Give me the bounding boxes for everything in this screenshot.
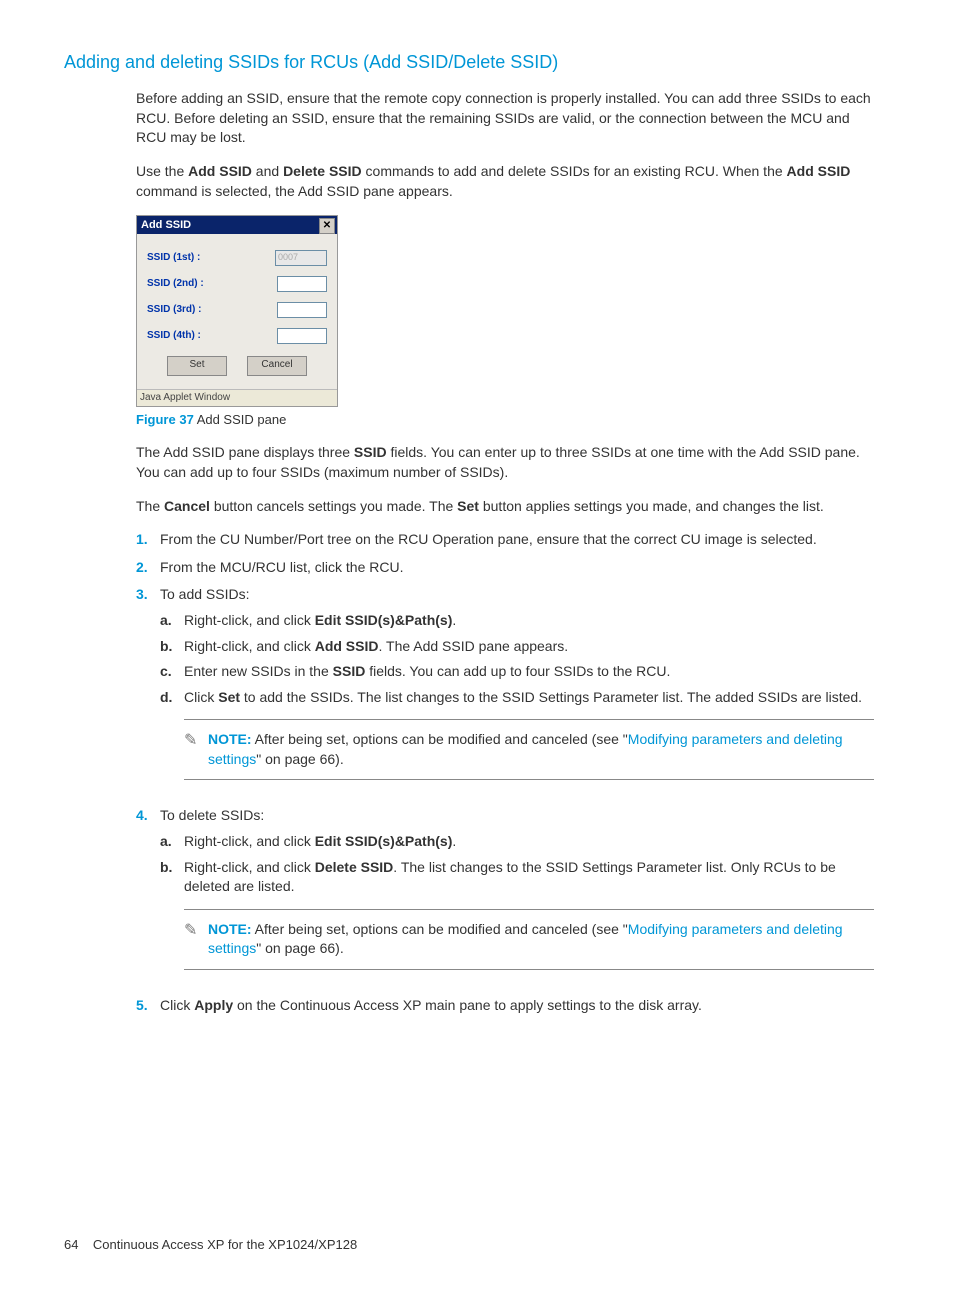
dialog-title-text: Add SSID bbox=[141, 219, 191, 231]
step-5: Click Apply on the Continuous Access XP … bbox=[160, 996, 874, 1016]
step-1: From the CU Number/Port tree on the RCU … bbox=[160, 530, 874, 550]
intro-paragraph-1: Before adding an SSID, ensure that the r… bbox=[136, 89, 874, 148]
text: Click bbox=[184, 689, 218, 705]
procedure-list: 1. From the CU Number/Port tree on the R… bbox=[136, 530, 874, 1016]
footer-text: Continuous Access XP for the XP1024/XP12… bbox=[93, 1237, 357, 1252]
cmd-delete-ssid: Delete SSID bbox=[283, 163, 362, 179]
ssid-4-input bbox=[277, 328, 327, 344]
after-fig-p2: The Cancel button cancels settings you m… bbox=[136, 497, 874, 517]
note-box: ✎ NOTE: After being set, options can be … bbox=[184, 909, 874, 970]
ssid-3-input bbox=[277, 302, 327, 318]
text: command is selected, the Add SSID pane a… bbox=[136, 183, 453, 199]
substep-marker: b. bbox=[160, 858, 184, 897]
figure-number: Figure 37 bbox=[136, 412, 194, 427]
text: . bbox=[452, 833, 456, 849]
step-3a: Right-click, and click Edit SSID(s)&Path… bbox=[184, 611, 874, 631]
edit-ssid-path: Edit SSID(s)&Path(s) bbox=[315, 612, 453, 628]
close-icon: ✕ bbox=[319, 218, 335, 234]
note-text: After being set, options can be modified… bbox=[252, 731, 628, 747]
text: Right-click, and click bbox=[184, 638, 315, 654]
delete-ssid: Delete SSID bbox=[315, 859, 394, 875]
intro-paragraph-2: Use the Add SSID and Delete SSID command… bbox=[136, 162, 874, 201]
text: Use the bbox=[136, 163, 188, 179]
note-content: NOTE: After being set, options can be mo… bbox=[208, 730, 874, 769]
cancel-label: Cancel bbox=[164, 498, 210, 514]
section-title: Adding and deleting SSIDs for RCUs (Add … bbox=[64, 50, 874, 75]
step-4b: Right-click, and click Delete SSID. The … bbox=[184, 858, 874, 897]
substep-marker: c. bbox=[160, 662, 184, 682]
note-content: NOTE: After being set, options can be mo… bbox=[208, 920, 874, 959]
page-footer: 64 Continuous Access XP for the XP1024/X… bbox=[64, 1236, 874, 1254]
step-4a: Right-click, and click Edit SSID(s)&Path… bbox=[184, 832, 874, 852]
text: Right-click, and click bbox=[184, 612, 315, 628]
ssid-field-label: SSID bbox=[354, 444, 387, 460]
substep-marker: a. bbox=[160, 832, 184, 852]
substep-marker: d. bbox=[160, 688, 184, 708]
text: Enter new SSIDs in the bbox=[184, 663, 333, 679]
step-marker: 4. bbox=[136, 806, 160, 988]
text: . bbox=[452, 612, 456, 628]
ssid-4-label: SSID (4th) : bbox=[147, 329, 277, 343]
add-ssid: Add SSID bbox=[315, 638, 379, 654]
figure-caption-text: Add SSID pane bbox=[194, 412, 287, 427]
text: Right-click, and click bbox=[184, 859, 315, 875]
text: commands to add and delete SSIDs for an … bbox=[362, 163, 787, 179]
note-icon: ✎ bbox=[184, 730, 208, 769]
after-fig-p1: The Add SSID pane displays three SSID fi… bbox=[136, 443, 874, 482]
note-text: After being set, options can be modified… bbox=[252, 921, 628, 937]
step-marker: 1. bbox=[136, 530, 160, 550]
step-4: To delete SSIDs: bbox=[160, 807, 264, 823]
step-marker: 3. bbox=[136, 585, 160, 798]
set-cmd: Set bbox=[218, 689, 240, 705]
figure-caption: Figure 37 Add SSID pane bbox=[136, 411, 874, 429]
substep-marker: b. bbox=[160, 637, 184, 657]
ssid-3-label: SSID (3rd) : bbox=[147, 303, 277, 317]
text: button cancels settings you made. The bbox=[210, 498, 457, 514]
note-label: NOTE: bbox=[208, 731, 252, 747]
step-3: To add SSIDs: bbox=[160, 586, 250, 602]
text: fields. You can add up to four SSIDs to … bbox=[365, 663, 670, 679]
text: The bbox=[136, 498, 164, 514]
ssid-field: SSID bbox=[333, 663, 366, 679]
dialog-title: Add SSID ✕ bbox=[137, 216, 337, 234]
note-icon: ✎ bbox=[184, 920, 208, 959]
text: Right-click, and click bbox=[184, 833, 315, 849]
ssid-2-input bbox=[277, 276, 327, 292]
note-box: ✎ NOTE: After being set, options can be … bbox=[184, 719, 874, 780]
text: to add the SSIDs. The list changes to th… bbox=[240, 689, 862, 705]
ssid-1-label: SSID (1st) : bbox=[147, 251, 275, 265]
cmd-add-ssid: Add SSID bbox=[188, 163, 252, 179]
cancel-button: Cancel bbox=[247, 356, 307, 376]
text: on the Continuous Access XP main pane to… bbox=[233, 997, 702, 1013]
step-2: From the MCU/RCU list, click the RCU. bbox=[160, 558, 874, 578]
set-button: Set bbox=[167, 356, 227, 376]
edit-ssid-path: Edit SSID(s)&Path(s) bbox=[315, 833, 453, 849]
substep-marker: a. bbox=[160, 611, 184, 631]
note-text: " on page 66). bbox=[256, 751, 343, 767]
note-label: NOTE: bbox=[208, 921, 252, 937]
apply-cmd: Apply bbox=[194, 997, 233, 1013]
ssid-2-label: SSID (2nd) : bbox=[147, 277, 277, 291]
cmd-add-ssid-2: Add SSID bbox=[787, 163, 851, 179]
ssid-1-input: 0007 bbox=[275, 250, 327, 266]
text: button applies settings you made, and ch… bbox=[479, 498, 824, 514]
step-3d: Click Set to add the SSIDs. The list cha… bbox=[184, 688, 874, 708]
step-3c: Enter new SSIDs in the SSID fields. You … bbox=[184, 662, 874, 682]
step-marker: 5. bbox=[136, 996, 160, 1016]
page-number: 64 bbox=[64, 1237, 78, 1252]
text: The Add SSID pane displays three bbox=[136, 444, 354, 460]
text: Click bbox=[160, 997, 194, 1013]
add-ssid-pane-figure: Add SSID ✕ SSID (1st) : 0007 SSID (2nd) … bbox=[136, 215, 338, 407]
note-text: " on page 66). bbox=[256, 940, 343, 956]
text: and bbox=[252, 163, 283, 179]
set-label: Set bbox=[457, 498, 479, 514]
step-marker: 2. bbox=[136, 558, 160, 578]
java-applet-status: Java Applet Window bbox=[137, 389, 337, 406]
step-3b: Right-click, and click Add SSID. The Add… bbox=[184, 637, 874, 657]
text: . The Add SSID pane appears. bbox=[378, 638, 568, 654]
